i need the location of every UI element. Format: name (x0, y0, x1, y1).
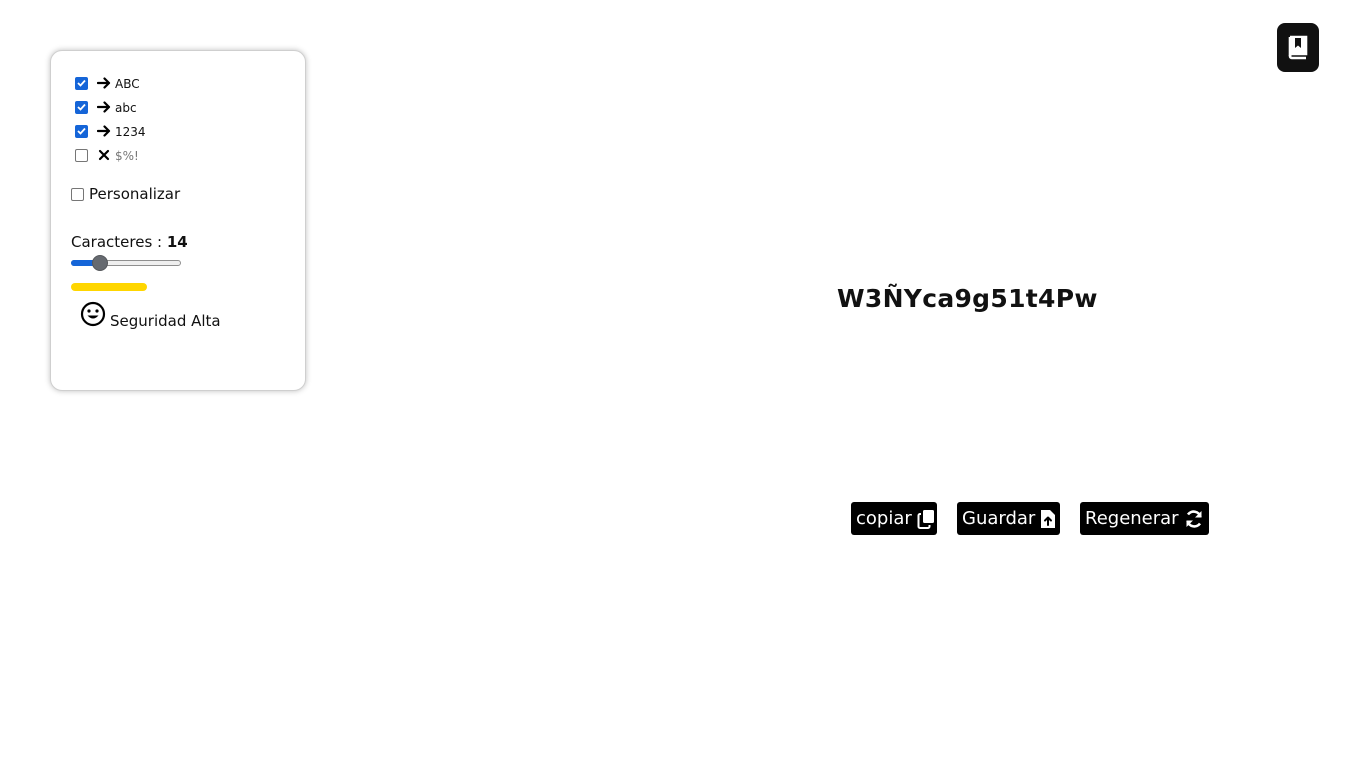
numbers-checkbox[interactable] (75, 124, 88, 138)
slider-thumb[interactable] (92, 255, 108, 271)
file-upload-icon (1040, 509, 1056, 529)
refresh-icon (1184, 509, 1204, 529)
customize-label: Personalizar (89, 185, 181, 203)
symbols-checkbox[interactable] (75, 148, 88, 162)
option-numbers[interactable]: 1234 (75, 121, 146, 141)
generated-password: W3ÑYca9g51t4Pw (837, 284, 1098, 313)
lowercase-label: abc (115, 101, 137, 115)
option-uppercase[interactable]: ABC (75, 73, 140, 93)
lowercase-checkbox[interactable] (75, 100, 88, 114)
length-value: 14 (166, 233, 188, 251)
options-panel: ABC abc 1234 $%! Personalizar Caracteres… (50, 50, 306, 391)
option-lowercase[interactable]: abc (75, 97, 137, 117)
smile-icon (80, 301, 106, 331)
option-symbols[interactable]: $%! (75, 145, 139, 165)
strength-bar (71, 283, 147, 291)
uppercase-checkbox[interactable] (75, 76, 88, 90)
copy-button[interactable]: copiar (851, 502, 937, 535)
customize-checkbox[interactable] (71, 187, 84, 201)
arrow-right-icon (96, 123, 112, 139)
customize-option[interactable]: Personalizar (71, 185, 180, 203)
bookmark-book-icon[interactable] (1277, 23, 1319, 72)
arrow-right-icon (96, 99, 112, 115)
save-button-label: Guardar (962, 508, 1036, 529)
uppercase-label: ABC (115, 77, 140, 91)
security-indicator: Seguridad Alta (80, 301, 221, 331)
regenerate-button[interactable]: Regenerar (1080, 502, 1209, 535)
x-mark-icon (96, 147, 112, 163)
arrow-right-icon (96, 75, 112, 91)
length-label: Caracteres : (71, 233, 167, 251)
regenerate-button-label: Regenerar (1085, 508, 1179, 529)
security-label: Seguridad Alta (110, 312, 221, 330)
save-button[interactable]: Guardar (957, 502, 1060, 535)
length-slider[interactable] (71, 255, 181, 271)
length-readout: Caracteres : 14 (71, 233, 188, 251)
copy-icon (917, 509, 935, 529)
symbols-label: $%! (115, 149, 139, 163)
numbers-label: 1234 (115, 125, 146, 139)
copy-button-label: copiar (856, 508, 912, 529)
